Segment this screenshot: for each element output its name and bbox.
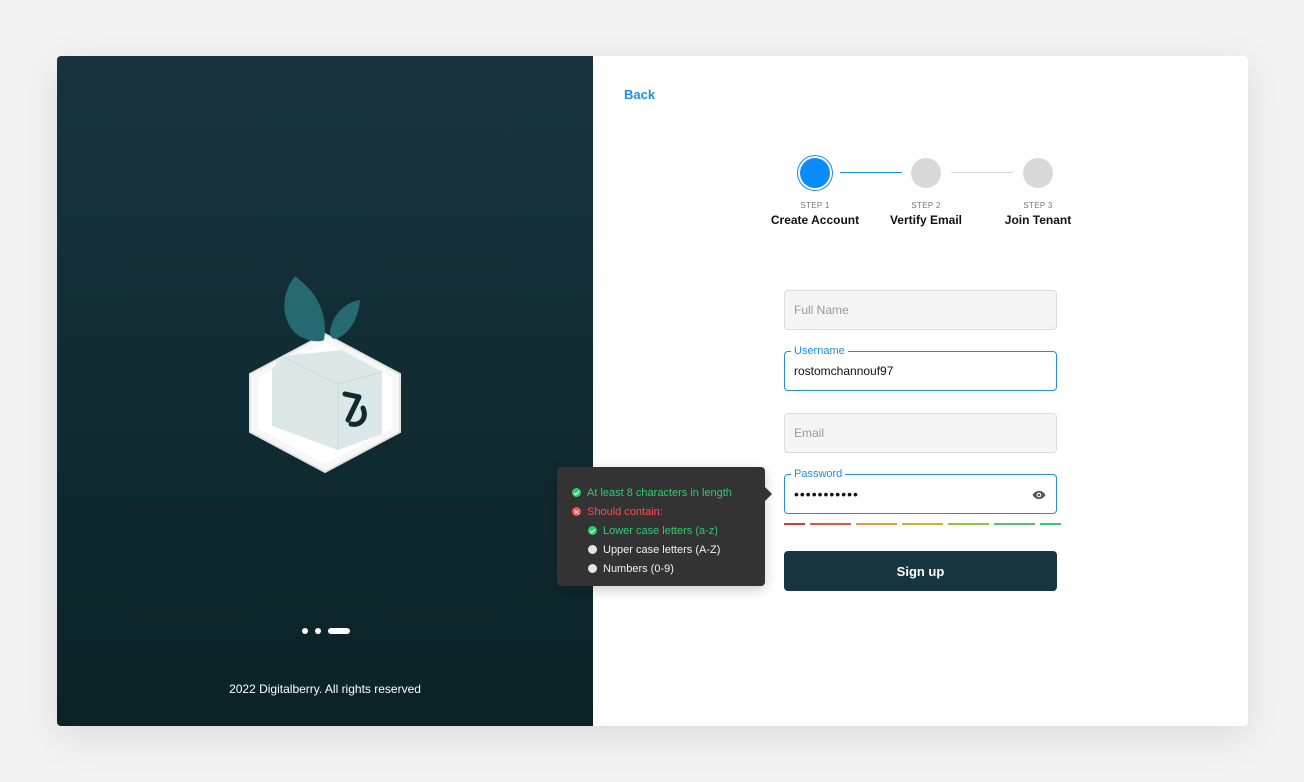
rule-text: At least 8 characters in length (587, 486, 732, 499)
password-label: Password (791, 467, 846, 481)
back-link[interactable]: Back (624, 87, 655, 102)
brand-panel: 2022 Digitalberry. All rights reserved (57, 56, 593, 726)
step-number: STEP 3 (1023, 201, 1053, 210)
rule-text: Upper case letters (A-Z) (603, 543, 721, 556)
step-indicator (1023, 158, 1053, 188)
password-strength-meter (784, 523, 1061, 525)
strength-segment (902, 523, 943, 525)
strength-segment (994, 523, 1035, 525)
rule-text: Should contain: (587, 505, 663, 518)
username-field: Username (784, 344, 1057, 391)
pending-circle-icon (588, 545, 597, 554)
password-field: Password (784, 467, 1057, 514)
error-circle-icon (572, 507, 581, 516)
email-input[interactable] (785, 414, 1056, 452)
sign-up-button[interactable]: Sign up (784, 551, 1057, 591)
rule-text: Numbers (0-9) (603, 562, 674, 575)
step-create-account: STEP 1 Create Account (760, 158, 870, 227)
rule-should-contain: Should contain: (572, 502, 765, 521)
digitalberry-logo (249, 276, 401, 474)
check-circle-icon (588, 526, 597, 535)
strength-segment (810, 523, 851, 525)
step-join-tenant: STEP 3 Join Tenant (983, 158, 1093, 227)
step-verify-email: STEP 2 Vertify Email (871, 158, 981, 227)
email-field (784, 413, 1057, 453)
strength-segment (1040, 523, 1061, 525)
step-title: Vertify Email (889, 213, 963, 227)
password-requirements-tooltip: At least 8 characters in length Should c… (557, 467, 772, 586)
step-number: STEP 1 (800, 201, 830, 210)
step-title: Join Tenant (1004, 213, 1072, 227)
signup-card: 2022 Digitalberry. All rights reserved B… (57, 56, 1248, 726)
rule-lowercase: Lower case letters (a-z) (572, 521, 765, 540)
pending-circle-icon (588, 564, 597, 573)
full-name-input[interactable] (785, 291, 1056, 329)
carousel-dot[interactable] (302, 628, 308, 634)
copyright-text: 2022 Digitalberry. All rights reserved (229, 682, 421, 696)
step-title: Create Account (770, 213, 860, 227)
eye-icon[interactable] (1032, 488, 1046, 502)
step-number: STEP 2 (911, 201, 941, 210)
carousel-indicators (302, 628, 350, 634)
rule-numbers: Numbers (0-9) (572, 559, 765, 578)
form-panel: Back STEP 1 Create Account STEP 2 Vertif… (593, 56, 1248, 726)
step-indicator-active (800, 158, 830, 188)
step-indicator (911, 158, 941, 188)
rule-text: Lower case letters (a-z) (603, 524, 718, 537)
full-name-field (784, 290, 1057, 330)
carousel-dot[interactable] (315, 628, 321, 634)
strength-segment (856, 523, 897, 525)
strength-segment (784, 523, 805, 525)
rule-min-length: At least 8 characters in length (572, 483, 765, 502)
carousel-dot-active[interactable] (328, 628, 350, 634)
username-label: Username (791, 344, 848, 358)
strength-segment (948, 523, 989, 525)
rule-uppercase: Upper case letters (A-Z) (572, 540, 765, 559)
check-circle-icon (572, 488, 581, 497)
